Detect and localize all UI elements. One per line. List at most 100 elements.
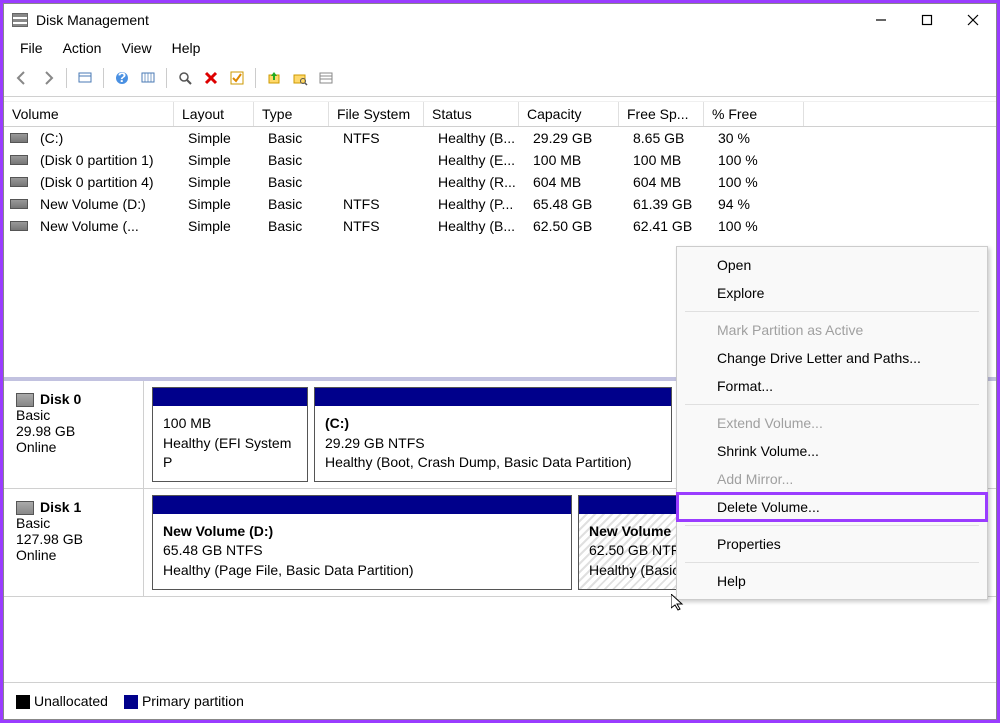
menu-view[interactable]: View <box>113 38 159 58</box>
col-layout[interactable]: Layout <box>174 102 254 126</box>
menu-item-help[interactable]: Help <box>677 567 987 595</box>
cell-status: Healthy (B... <box>430 217 525 235</box>
partition[interactable]: New Volume (D:) 65.48 GB NTFS Healthy (P… <box>152 495 572 590</box>
volume-name: New Volume (... <box>32 217 180 235</box>
context-menu: OpenExplore Mark Partition as ActiveChang… <box>676 246 988 600</box>
cell-capacity: 100 MB <box>525 151 625 169</box>
cell-type: Basic <box>260 195 335 213</box>
menu-item-explore[interactable]: Explore <box>677 279 987 307</box>
delete-icon[interactable] <box>199 66 223 90</box>
disk-state: Online <box>16 547 131 563</box>
menu-item-properties[interactable]: Properties <box>677 530 987 558</box>
disk-info: Disk 0 Basic 29.98 GB Online <box>4 381 144 488</box>
menu-item-format[interactable]: Format... <box>677 372 987 400</box>
cell-free: 61.39 GB <box>625 195 710 213</box>
svg-text:?: ? <box>118 70 127 85</box>
menu-item-shrink-volume[interactable]: Shrink Volume... <box>677 437 987 465</box>
menu-item-extend-volume: Extend Volume... <box>677 409 987 437</box>
col-type[interactable]: Type <box>254 102 329 126</box>
cell-pct: 94 % <box>710 195 810 213</box>
volume-row[interactable]: New Volume (D:) Simple Basic NTFS Health… <box>4 193 996 215</box>
cell-layout: Simple <box>180 195 260 213</box>
disk-type: Basic <box>16 515 131 531</box>
col-capacity[interactable]: Capacity <box>519 102 619 126</box>
titlebar: Disk Management <box>4 4 996 36</box>
cell-status: Healthy (R... <box>430 173 525 191</box>
cell-type: Basic <box>260 217 335 235</box>
partition[interactable]: 100 MB Healthy (EFI System P <box>152 387 308 482</box>
list-view-icon[interactable] <box>314 66 338 90</box>
menu-item-open[interactable]: Open <box>677 251 987 279</box>
forward-button[interactable] <box>36 66 60 90</box>
volume-list-header: Volume Layout Type File System Status Ca… <box>4 101 996 127</box>
volume-row[interactable]: (Disk 0 partition 1) Simple Basic Health… <box>4 149 996 171</box>
partition-status: Healthy (Page File, Basic Data Partition… <box>163 561 561 581</box>
volume-name: (Disk 0 partition 4) <box>32 173 180 191</box>
menu-separator <box>685 311 979 312</box>
col-filesystem[interactable]: File System <box>329 102 424 126</box>
refresh-icon[interactable] <box>73 66 97 90</box>
cell-fs: NTFS <box>335 129 430 147</box>
legend-primary: Primary partition <box>124 693 244 709</box>
partition-label: New Volume (D:) <box>163 522 561 542</box>
disk-size: 127.98 GB <box>16 531 131 547</box>
menu-item-change-drive-letter-and-paths[interactable]: Change Drive Letter and Paths... <box>677 344 987 372</box>
partition-body: 100 MB Healthy (EFI System P <box>153 406 307 481</box>
back-button[interactable] <box>10 66 34 90</box>
maximize-button[interactable] <box>904 5 950 35</box>
close-button[interactable] <box>950 5 996 35</box>
minimize-button[interactable] <box>858 5 904 35</box>
up-arrow-icon[interactable] <box>262 66 286 90</box>
col-volume[interactable]: Volume <box>4 102 174 126</box>
disk-type: Basic <box>16 407 131 423</box>
col-free[interactable]: Free Sp... <box>619 102 704 126</box>
volume-row[interactable]: New Volume (... Simple Basic NTFS Health… <box>4 215 996 237</box>
cell-type: Basic <box>260 129 335 147</box>
separator-icon <box>103 68 104 88</box>
menu-item-mark-partition-as-active: Mark Partition as Active <box>677 316 987 344</box>
help-icon[interactable]: ? <box>110 66 134 90</box>
partition-label: (C:) <box>325 414 661 434</box>
view-settings-icon[interactable] <box>136 66 160 90</box>
volume-name: New Volume (D:) <box>32 195 180 213</box>
partition-header <box>153 388 307 406</box>
drive-icon <box>10 177 28 187</box>
partition[interactable]: (C:) 29.29 GB NTFS Healthy (Boot, Crash … <box>314 387 672 482</box>
cell-capacity: 604 MB <box>525 173 625 191</box>
disk-icon <box>16 393 34 407</box>
check-icon[interactable] <box>225 66 249 90</box>
menu-separator <box>685 525 979 526</box>
disk-state: Online <box>16 439 131 455</box>
menu-help[interactable]: Help <box>164 38 209 58</box>
cell-fs <box>335 151 430 169</box>
disk-name: Disk 1 <box>40 499 81 515</box>
cell-layout: Simple <box>180 217 260 235</box>
cell-layout: Simple <box>180 151 260 169</box>
menu-file[interactable]: File <box>12 38 51 58</box>
partition-size: 100 MB <box>163 414 297 434</box>
col-pctfree[interactable]: % Free <box>704 102 804 126</box>
drive-icon <box>10 133 28 143</box>
disk-info: Disk 1 Basic 127.98 GB Online <box>4 489 144 596</box>
cell-free: 62.41 GB <box>625 217 710 235</box>
volume-row[interactable]: (C:) Simple Basic NTFS Healthy (B... 29.… <box>4 127 996 149</box>
disk-icon <box>16 501 34 515</box>
cell-status: Healthy (E... <box>430 151 525 169</box>
cell-pct: 30 % <box>710 129 810 147</box>
cell-fs: NTFS <box>335 217 430 235</box>
menu-item-add-mirror: Add Mirror... <box>677 465 987 493</box>
cell-pct: 100 % <box>710 217 810 235</box>
cell-fs <box>335 173 430 191</box>
menu-action[interactable]: Action <box>55 38 110 58</box>
volume-name: (C:) <box>32 129 180 147</box>
find-icon[interactable] <box>173 66 197 90</box>
cell-status: Healthy (P... <box>430 195 525 213</box>
partition-header <box>315 388 671 406</box>
volume-name: (Disk 0 partition 1) <box>32 151 180 169</box>
col-status[interactable]: Status <box>424 102 519 126</box>
window-title: Disk Management <box>36 12 858 28</box>
menu-item-delete-volume[interactable]: Delete Volume... <box>677 493 987 521</box>
search-folder-icon[interactable] <box>288 66 312 90</box>
partition-size: 29.29 GB NTFS <box>325 434 661 454</box>
volume-row[interactable]: (Disk 0 partition 4) Simple Basic Health… <box>4 171 996 193</box>
